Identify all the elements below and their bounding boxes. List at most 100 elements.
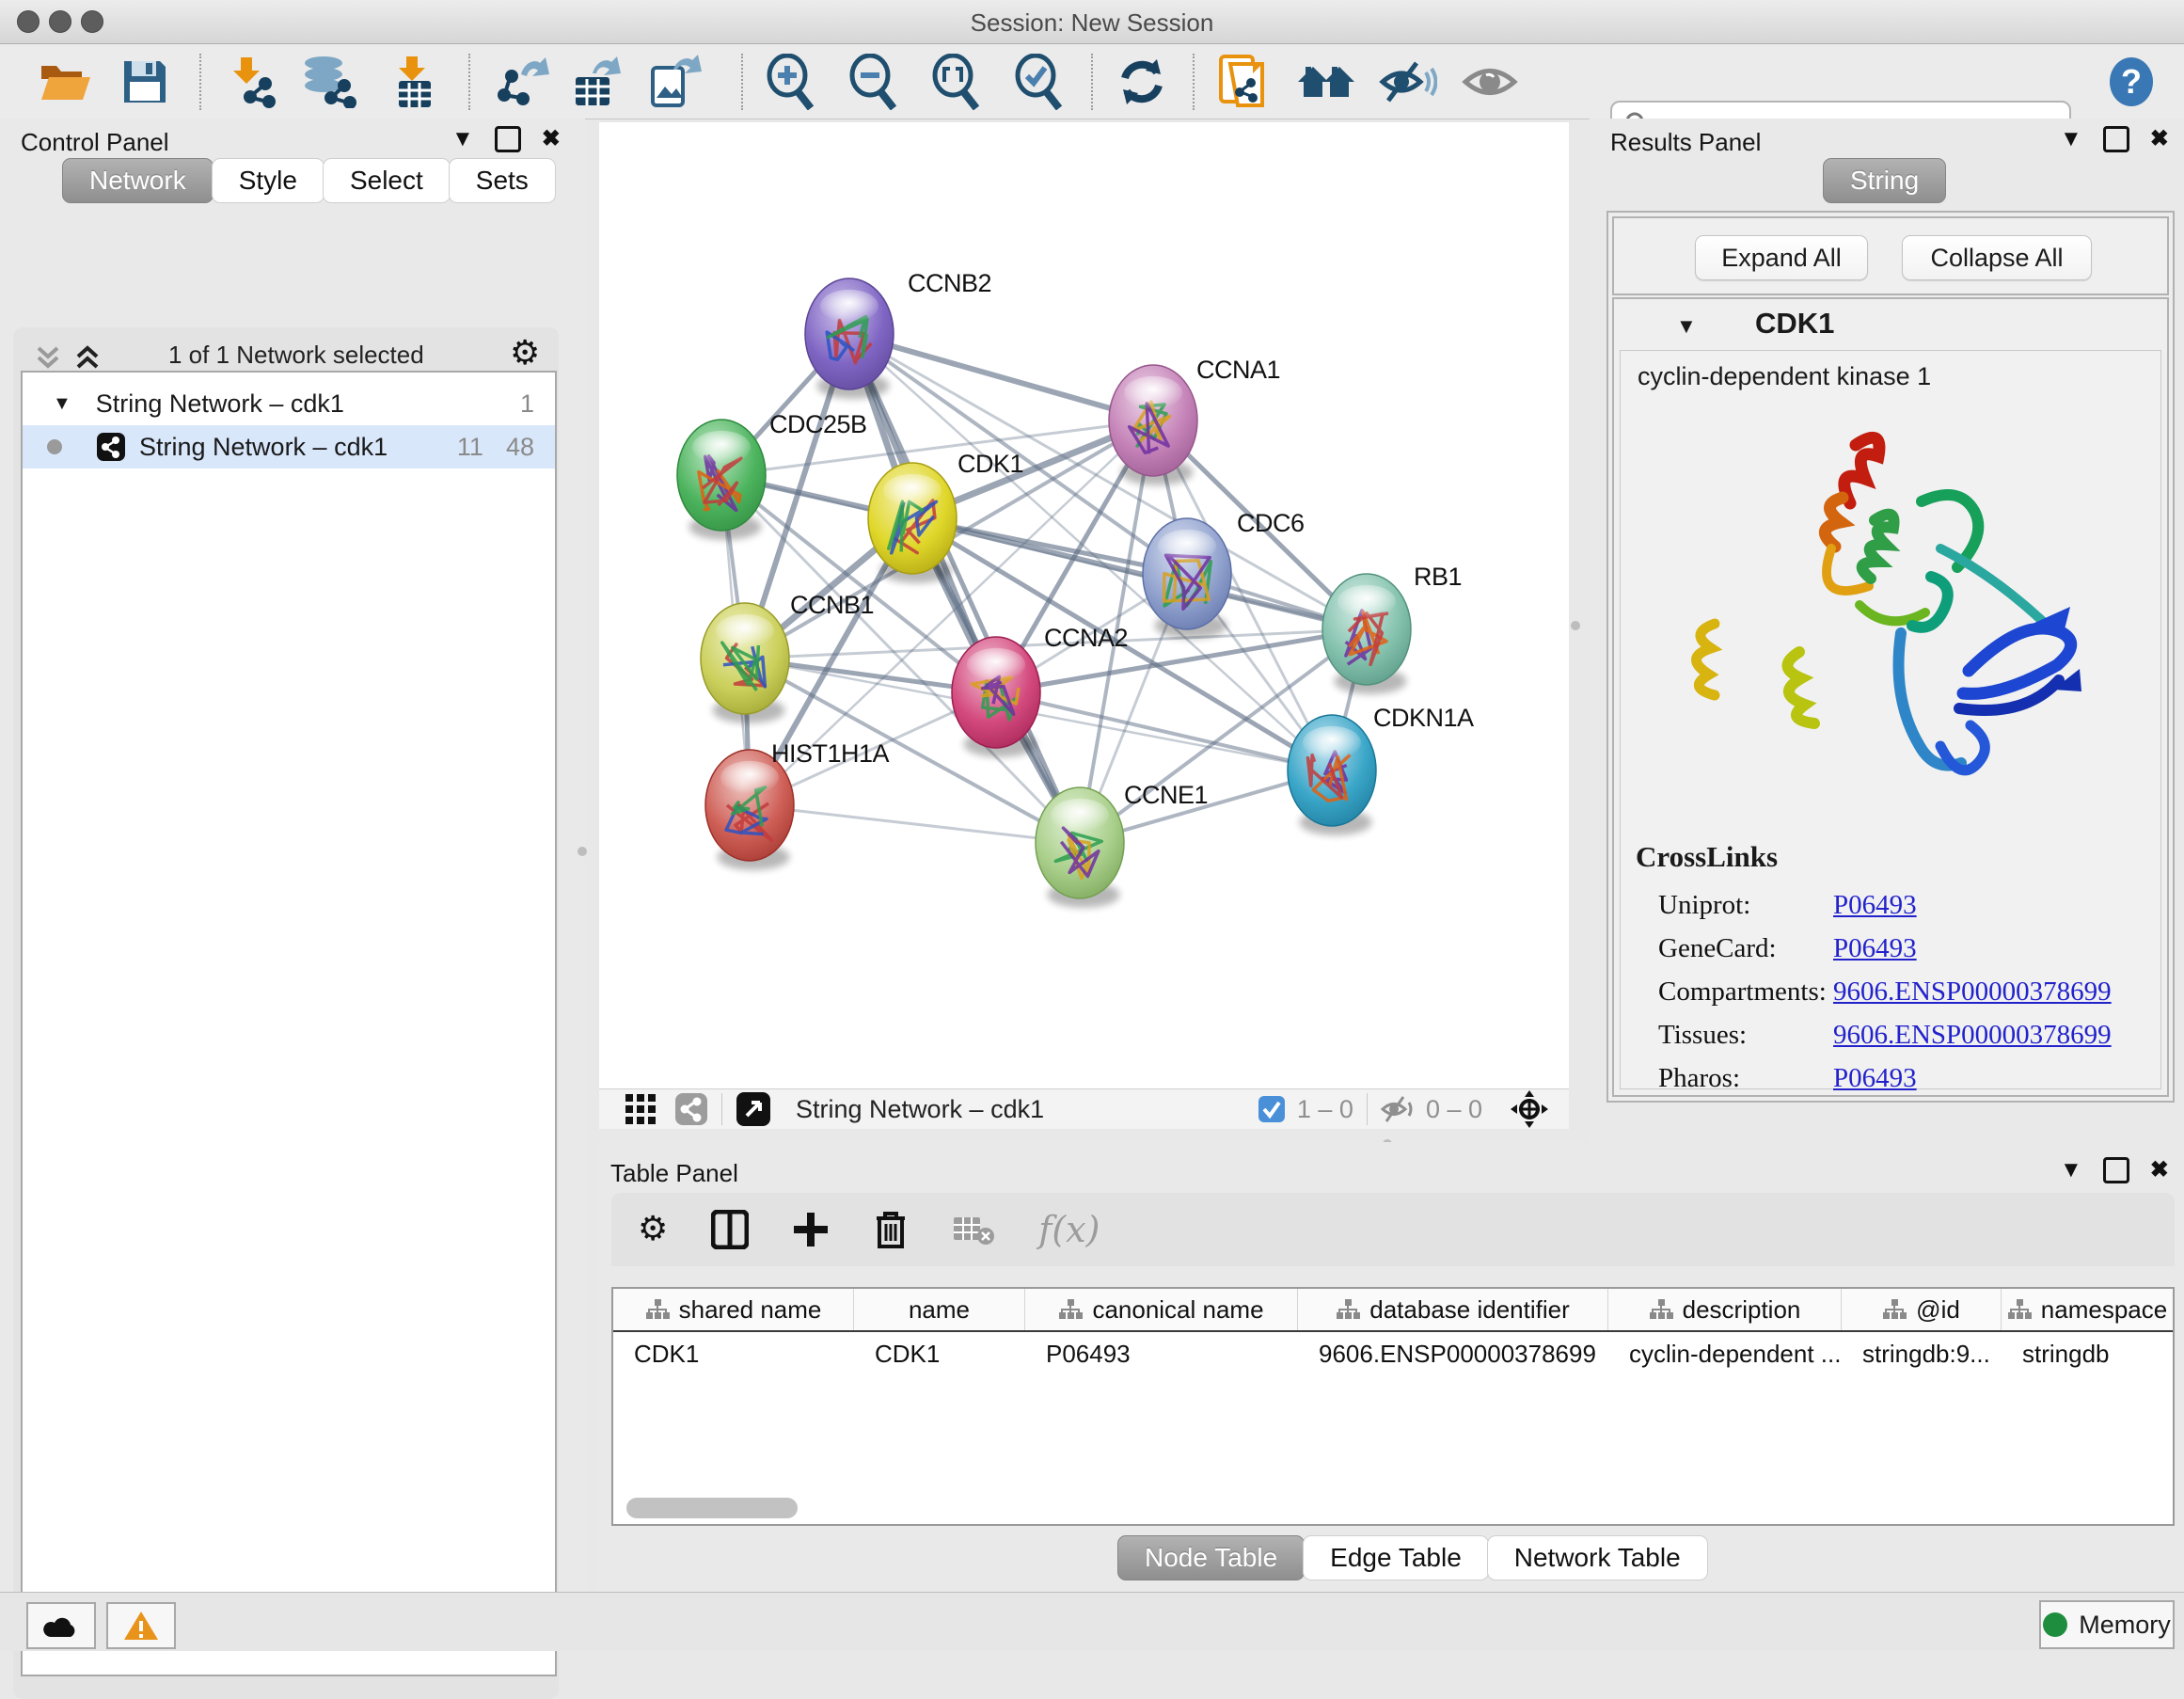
toolbar-separator [1193, 54, 1195, 110]
crosslink-link[interactable]: P06493 [1833, 1063, 1917, 1094]
show-panel-eye-icon[interactable] [1462, 56, 1518, 108]
network-collection-row[interactable]: ▼ String Network – cdk1 1 [23, 382, 555, 425]
network-canvas[interactable]: CCNB2CCNA1CDC25BCDK1CDC6RB1CCNB1CCNA2CDK… [599, 122, 1569, 1088]
status-bar: Memory [0, 1592, 2184, 1651]
expand-all-networks-icon[interactable] [73, 344, 102, 371]
show-columns-icon[interactable] [711, 1210, 749, 1249]
import-network-icon[interactable] [224, 56, 280, 108]
svg-text:CCNA2: CCNA2 [1044, 624, 1128, 652]
tab-sets-label: Sets [476, 166, 529, 196]
tab-network-table[interactable]: Network Table [1487, 1535, 1708, 1580]
cloud-icon [42, 1612, 80, 1639]
tab-network-label: Network [89, 166, 186, 196]
collapse-all-button[interactable]: Collapse All [1902, 235, 2092, 280]
selected-nodes-checkbox-icon[interactable] [1258, 1095, 1286, 1123]
panel-menu-icon[interactable]: ▼ [451, 128, 474, 151]
crosslink-link[interactable]: P06493 [1833, 933, 1917, 964]
control-panel-title: Control Panel [21, 128, 169, 157]
tab-style[interactable]: Style [212, 158, 324, 203]
string-network-graph[interactable]: CCNB2CCNA1CDC25BCDK1CDC6RB1CCNB1CCNA2CDK… [599, 122, 1569, 1088]
column-header-description[interactable]: description [1608, 1289, 1842, 1330]
toolbar-separator [1091, 54, 1093, 110]
panel-float-icon[interactable] [495, 126, 521, 152]
vertical-splitter-handle[interactable] [1571, 621, 1580, 630]
tab-node-table[interactable]: Node Table [1117, 1535, 1305, 1580]
table-row[interactable]: CDK1 CDK1 P06493 9606.ENSP00000378699 cy… [613, 1332, 2173, 1375]
column-header-shared-name[interactable]: shared name [613, 1289, 854, 1330]
zoom-out-icon[interactable] [847, 56, 899, 108]
vertical-splitter-handle[interactable] [578, 847, 587, 856]
panel-menu-icon[interactable]: ▼ [2060, 128, 2082, 151]
network-view-title: String Network – cdk1 [796, 1095, 1044, 1124]
network-edge-count: 48 [506, 433, 534, 462]
column-namespace-icon [1882, 1298, 1907, 1321]
tab-string[interactable]: String [1823, 158, 1946, 203]
hide-panel-eye-slash-icon[interactable] [1379, 56, 1437, 108]
tab-edge-table[interactable]: Edge Table [1303, 1535, 1489, 1580]
network-current-dot-icon [47, 439, 62, 454]
export-network-icon[interactable] [497, 56, 553, 108]
panel-float-icon[interactable] [2103, 1157, 2129, 1183]
panel-close-icon[interactable]: ✖ [2150, 128, 2169, 151]
refresh-layout-icon[interactable] [1116, 56, 1168, 108]
crosslink-link[interactable]: 9606.ENSP00000378699 [1833, 1020, 2112, 1051]
zoom-selected-icon[interactable] [1012, 56, 1065, 108]
import-database-icon[interactable] [299, 56, 359, 108]
network-options-gear-icon[interactable]: ⚙ [510, 337, 540, 371]
delete-column-trash-icon[interactable] [873, 1209, 909, 1250]
collapse-all-networks-icon[interactable] [34, 344, 62, 371]
tab-sets[interactable]: Sets [449, 158, 556, 203]
tab-select[interactable]: Select [323, 158, 451, 203]
clone-network-icon[interactable] [1215, 56, 1272, 108]
export-table-icon[interactable] [570, 56, 626, 108]
tab-network[interactable]: Network [62, 158, 214, 203]
expand-all-label: Expand All [1721, 244, 1842, 273]
column-namespace-icon [1336, 1298, 1360, 1321]
home-pages-icon[interactable] [1296, 56, 1356, 108]
results-panel: Results Panel ▼ ✖ String Expand All Coll… [1590, 119, 2184, 1155]
network-selection-status: 1 of 1 Network selected [168, 341, 424, 370]
export-image-icon[interactable] [647, 56, 704, 108]
protein-detail-box: cyclin-dependent kinase 1 [1620, 350, 2161, 1089]
expand-all-button[interactable]: Expand All [1695, 235, 1868, 280]
zoom-in-icon[interactable] [764, 56, 816, 108]
protein-name: CDK1 [1755, 307, 1834, 341]
table-options-gear-icon[interactable]: ⚙ [638, 1213, 668, 1246]
cell-id: stringdb:9... [1842, 1340, 2002, 1369]
panel-close-icon[interactable]: ✖ [542, 128, 561, 151]
open-session-icon[interactable] [38, 56, 92, 108]
column-header-id[interactable]: @id [1842, 1289, 2002, 1330]
column-header-namespace[interactable]: namespace [2002, 1289, 2173, 1330]
panel-menu-icon[interactable]: ▼ [2060, 1159, 2082, 1182]
panel-float-icon[interactable] [2103, 126, 2129, 152]
memory-button[interactable]: Memory [2039, 1600, 2175, 1649]
function-builder-icon[interactable]: f(x) [1038, 1209, 1100, 1250]
cloud-status-button[interactable] [26, 1602, 96, 1649]
column-namespace-icon [1058, 1298, 1083, 1321]
crosslink-link[interactable]: P06493 [1833, 890, 1917, 921]
protein-structure-image [1658, 407, 2110, 821]
fit-content-crosshair-icon[interactable] [1509, 1088, 1550, 1130]
protein-collapse-icon[interactable]: ▼ [1676, 314, 1697, 339]
grid-view-icon[interactable] [624, 1092, 657, 1126]
zoom-fit-icon[interactable] [929, 56, 982, 108]
crosslink-link[interactable]: 9606.ENSP00000378699 [1833, 977, 2112, 1008]
birdseye-view-icon[interactable] [736, 1091, 771, 1127]
save-session-icon[interactable] [120, 56, 169, 108]
collection-expand-icon[interactable]: ▼ [53, 393, 71, 415]
network-list-icon[interactable] [674, 1092, 708, 1126]
selected-counts: 1 – 0 [1297, 1095, 1353, 1124]
column-header-database-identifier[interactable]: database identifier [1298, 1289, 1608, 1330]
column-header-name[interactable]: name [854, 1289, 1025, 1330]
column-header-canonical-name[interactable]: canonical name [1025, 1289, 1298, 1330]
panel-close-icon[interactable]: ✖ [2150, 1159, 2169, 1182]
help-icon[interactable]: ? [2107, 56, 2156, 108]
network-row[interactable]: String Network – cdk1 11 48 [23, 425, 555, 468]
warnings-button[interactable] [106, 1602, 176, 1649]
add-column-icon[interactable] [792, 1211, 830, 1248]
horizontal-scrollbar[interactable] [626, 1498, 798, 1518]
import-table-icon[interactable] [386, 56, 438, 108]
delete-table-icon[interactable] [952, 1214, 995, 1246]
warning-icon [122, 1610, 160, 1642]
tab-edge-table-label: Edge Table [1330, 1543, 1462, 1573]
